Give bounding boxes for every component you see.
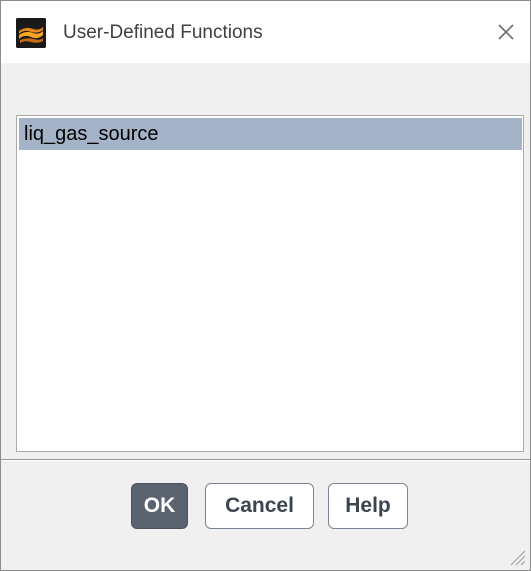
dialog-body: liq_gas_source OK Cancel Help: [1, 63, 530, 570]
ok-button[interactable]: OK: [131, 483, 188, 529]
resize-grip-icon[interactable]: [505, 545, 527, 567]
help-button[interactable]: Help: [328, 483, 408, 529]
dialog-title: User-Defined Functions: [63, 22, 263, 43]
udf-listbox[interactable]: liq_gas_source: [16, 115, 524, 452]
user-defined-functions-dialog: User-Defined Functions liq_gas_source OK…: [0, 0, 531, 571]
button-separator: [1, 459, 530, 461]
list-item[interactable]: liq_gas_source: [19, 118, 522, 150]
cancel-button[interactable]: Cancel: [205, 483, 314, 529]
title-bar[interactable]: User-Defined Functions: [1, 1, 530, 63]
close-icon[interactable]: [491, 17, 521, 47]
fluent-app-icon: [16, 18, 46, 48]
